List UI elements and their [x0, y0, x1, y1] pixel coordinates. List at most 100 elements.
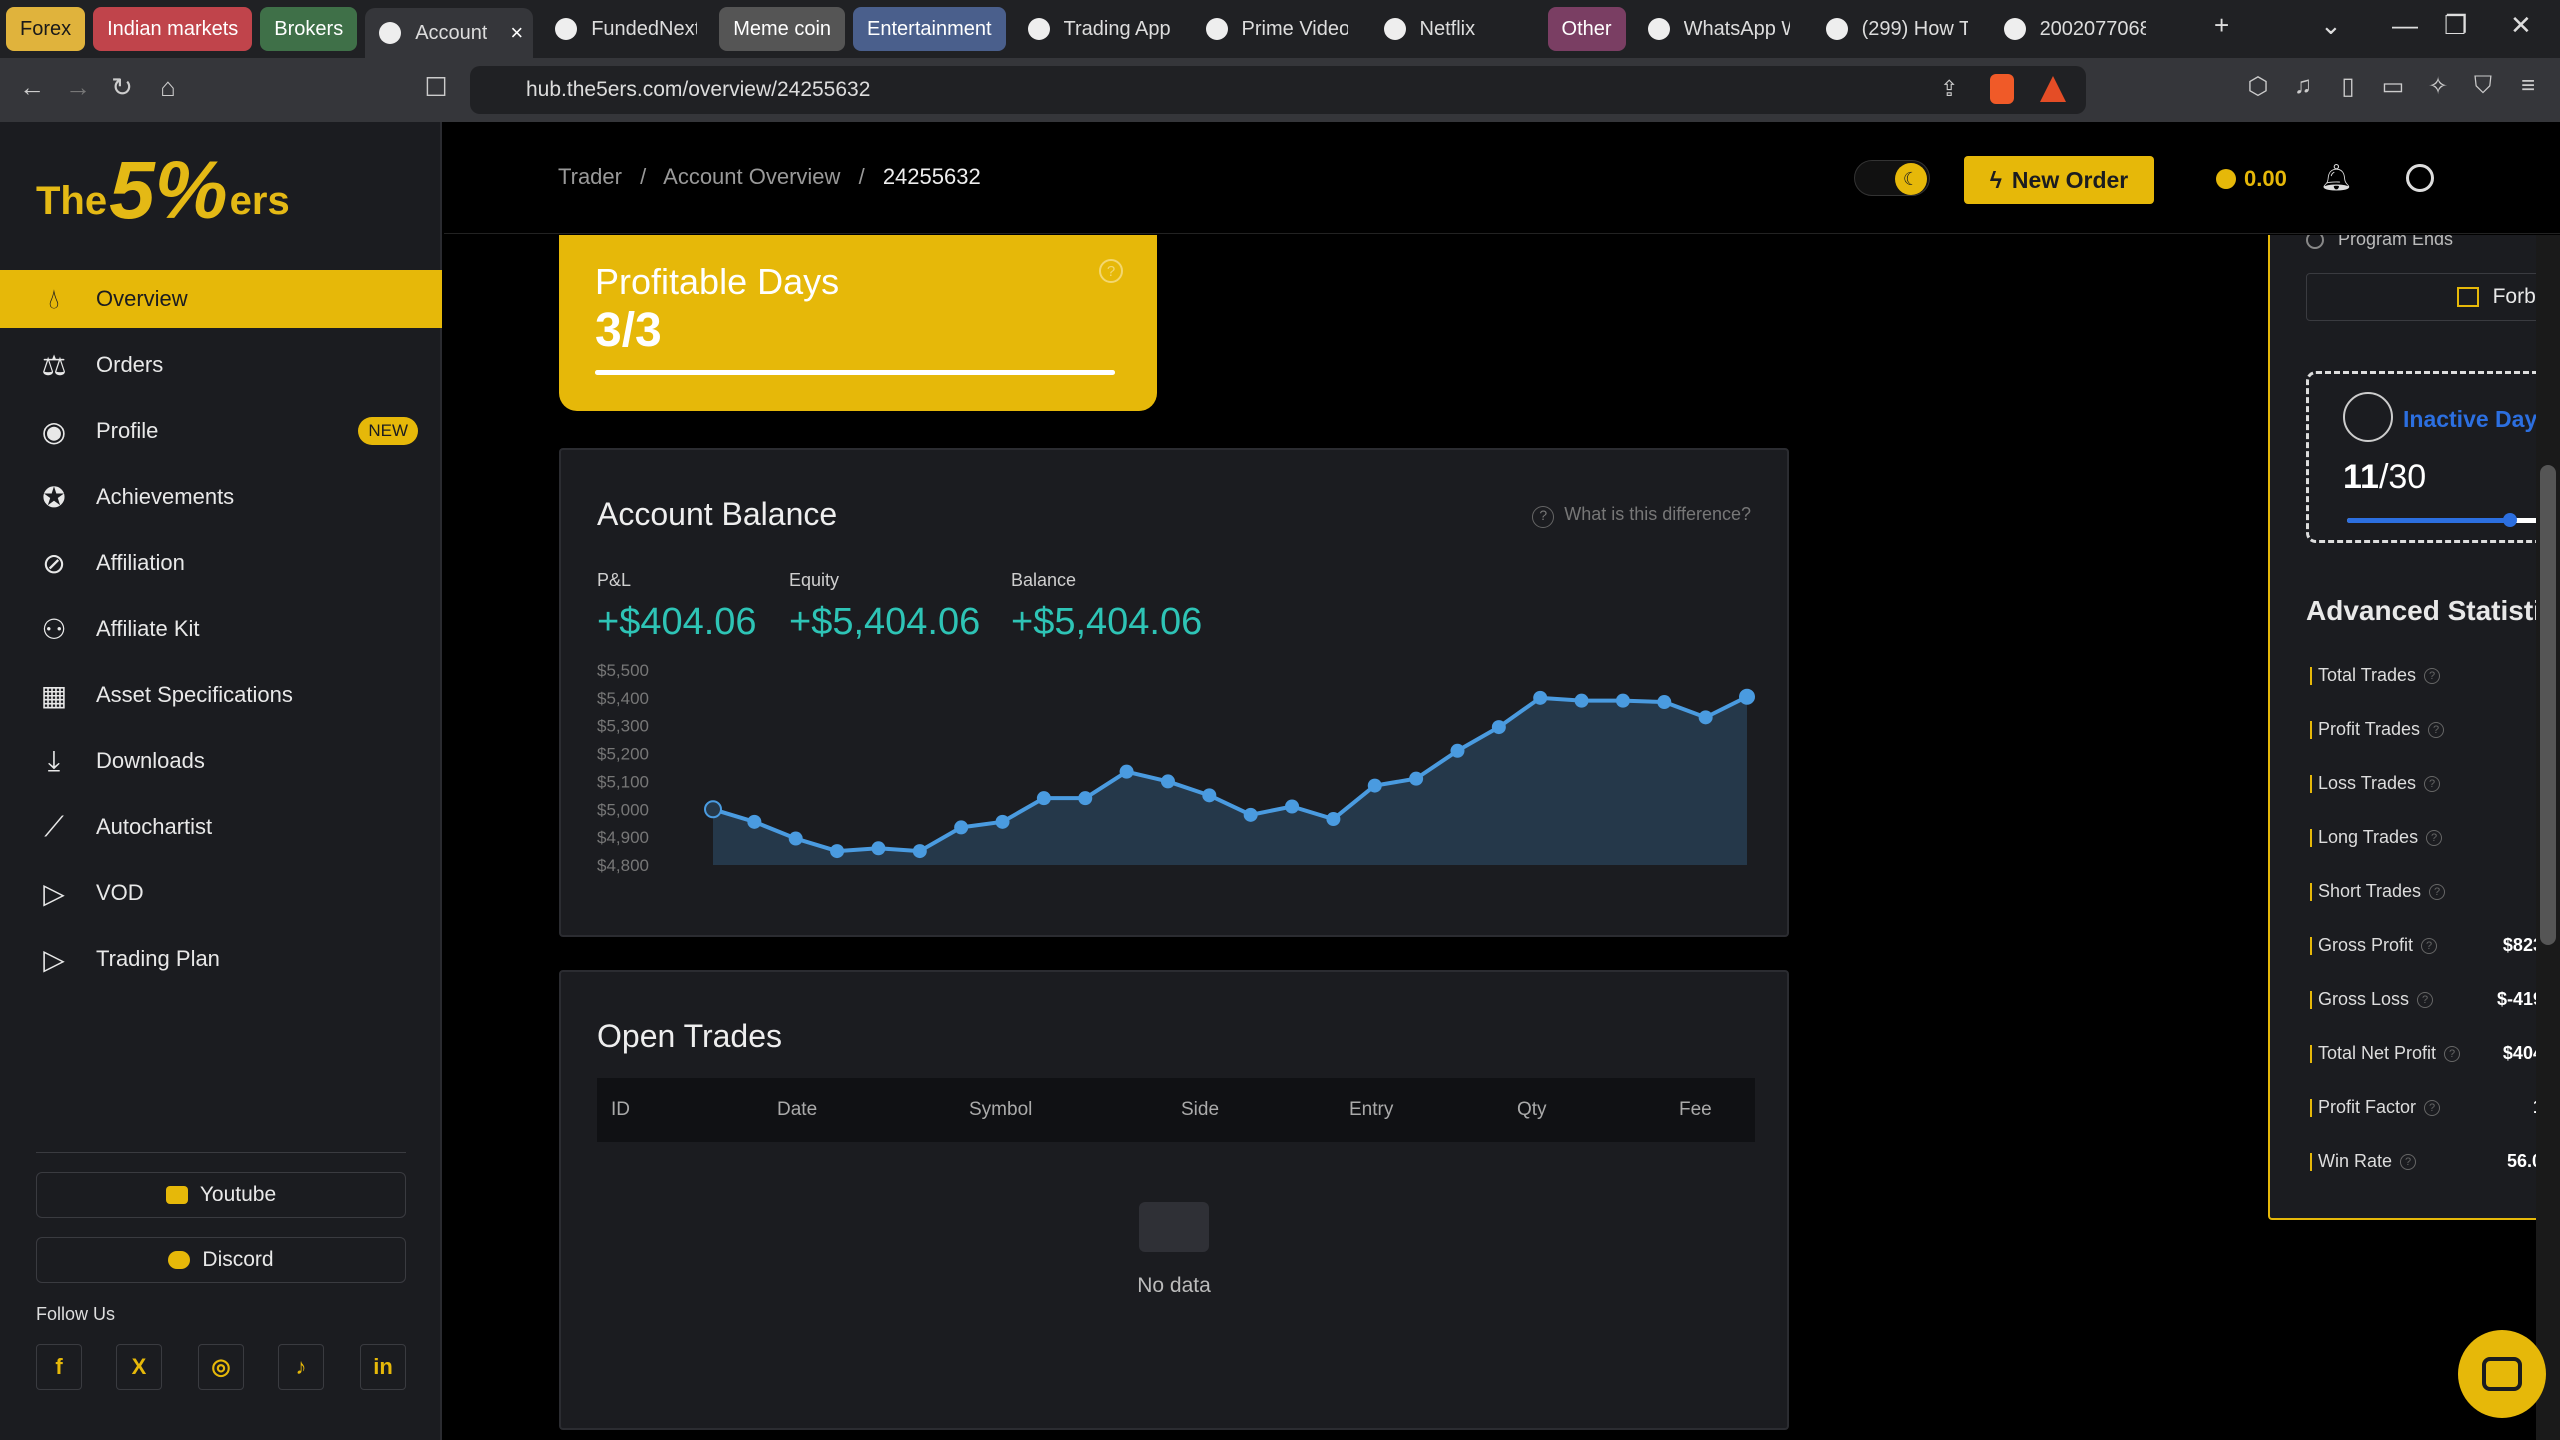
tiktok-icon[interactable]: ♪	[278, 1344, 324, 1390]
chart-point[interactable]	[1367, 778, 1382, 793]
col-date[interactable]: Date	[777, 1099, 817, 1121]
help-icon[interactable]: ?	[1099, 259, 1123, 283]
breadcrumb-account-overview[interactable]: Account Overview	[663, 164, 840, 189]
chat-support-button[interactable]	[2458, 1330, 2546, 1418]
chart-point[interactable]	[1326, 812, 1341, 827]
tab-group[interactable]: Forex	[6, 7, 86, 51]
home-icon[interactable]: ⌂	[150, 72, 186, 103]
chart-point[interactable]	[1078, 791, 1093, 806]
col-id[interactable]: ID	[611, 1099, 630, 1121]
chart-point[interactable]	[1657, 695, 1672, 710]
brand-logo[interactable]: The 5% ers	[36, 142, 290, 232]
reload-icon[interactable]: ↻	[104, 72, 140, 103]
chart-point[interactable]	[954, 820, 969, 835]
chart-point[interactable]	[1202, 788, 1217, 803]
tab-group[interactable]: Meme coin	[719, 7, 846, 51]
sidebar-item-downloads[interactable]: ⤓ Downloads	[0, 732, 442, 790]
sidebar-item-autochartist[interactable]: ⟋ Autochartist	[0, 798, 442, 856]
browser-tab[interactable]: Account ×	[365, 8, 534, 58]
browser-tab[interactable]: WhatsApp W	[1634, 7, 1804, 51]
maximize-icon[interactable]: ❐	[2444, 10, 2467, 41]
sidebar-item-vod[interactable]: ▷ VOD	[0, 864, 442, 922]
forbidden-practices-button[interactable]: Forbidden Practices	[2306, 273, 2560, 321]
back-icon[interactable]: ←	[14, 72, 50, 103]
youtube-button[interactable]: Youtube	[36, 1172, 406, 1218]
scrollbar-thumb[interactable]	[2540, 465, 2556, 945]
col-side[interactable]: Side	[1181, 1099, 1219, 1121]
help-icon[interactable]: ?	[2400, 1153, 2417, 1170]
sidebar-item-asset-specifications[interactable]: ▦ Asset Specifications	[0, 666, 442, 724]
brave-shield-icon[interactable]	[1990, 74, 2014, 104]
chart-point[interactable]	[1450, 743, 1465, 758]
browser-tab[interactable]: Trading Appr	[1014, 7, 1184, 51]
chart-point[interactable]	[830, 844, 845, 859]
chart-point[interactable]	[1533, 690, 1548, 705]
breadcrumb-trader[interactable]: Trader	[558, 164, 622, 189]
chart-point[interactable]	[1739, 688, 1755, 705]
leo-icon[interactable]: ✧	[2420, 72, 2456, 101]
chart-point[interactable]	[788, 831, 803, 846]
sidebar-item-affiliation[interactable]: ⊘ Affiliation	[0, 534, 442, 592]
chart-point[interactable]	[1409, 771, 1424, 786]
browser-tab[interactable]: 2002077068:	[1990, 7, 2160, 51]
chart-point[interactable]	[995, 814, 1010, 829]
menu-icon[interactable]: ≡	[2510, 72, 2546, 100]
chart-point[interactable]	[1574, 693, 1589, 708]
chart-point[interactable]	[1036, 791, 1051, 806]
tab-group[interactable]: Other	[1547, 7, 1626, 51]
col-symbol[interactable]: Symbol	[969, 1099, 1032, 1121]
browser-tab[interactable]: (299) How To	[1812, 7, 1982, 51]
chart-point[interactable]	[704, 800, 722, 819]
facebook-icon[interactable]: f	[36, 1344, 82, 1390]
tab-group[interactable]: Brokers	[260, 7, 358, 51]
col-qty[interactable]: Qty	[1517, 1099, 1547, 1121]
chart-point[interactable]	[871, 841, 886, 856]
tab-group[interactable]: Indian markets	[93, 7, 253, 51]
user-avatar-icon[interactable]	[2406, 164, 2434, 192]
theme-toggle[interactable]: ☾	[1854, 160, 1930, 196]
browser-tab[interactable]: FundedNext	[541, 7, 711, 51]
col-fee[interactable]: Fee	[1679, 1099, 1712, 1121]
close-tab-icon[interactable]: ×	[510, 20, 523, 46]
bell-icon[interactable]: 🔔︎	[2320, 162, 2353, 193]
forward-icon[interactable]: →	[60, 72, 96, 103]
chart-point[interactable]	[1698, 710, 1713, 725]
browser-tab[interactable]: Netflix	[1370, 7, 1540, 51]
balance-chart[interactable]: $5,500 $5,400 $5,300 $5,200 $5,100 $5,000 $4,9…	[597, 660, 1757, 900]
bookmark-icon[interactable]: ☐	[418, 72, 454, 103]
sidebar-icon[interactable]: ▯	[2330, 72, 2366, 101]
x-icon[interactable]: X	[116, 1344, 162, 1390]
chart-point[interactable]	[1491, 720, 1506, 735]
chart-point[interactable]	[1243, 807, 1258, 822]
page-scrollbar[interactable]	[2536, 235, 2560, 1440]
col-entry[interactable]: Entry	[1349, 1099, 1393, 1121]
sidebar-item-overview[interactable]: 💧︎ Overview	[0, 270, 442, 328]
tab-search-icon[interactable]: ⌄	[2320, 10, 2342, 41]
brave-rewards-icon[interactable]	[2040, 76, 2066, 102]
minimize-icon[interactable]: —	[2392, 10, 2418, 41]
sidebar-item-orders[interactable]: ⚖︎ Orders	[0, 336, 442, 394]
browser-tab[interactable]: Prime Video:	[1192, 7, 1362, 51]
media-icon[interactable]: ♫	[2285, 72, 2321, 100]
tab-group[interactable]: Entertainment	[853, 7, 1006, 51]
sidebar-item-achievements[interactable]: ✪ Achievements	[0, 468, 442, 526]
chart-point[interactable]	[1160, 774, 1175, 789]
difference-help-link[interactable]: ? What is this difference?	[1532, 504, 1751, 528]
vpn-icon[interactable]: ⛉	[2465, 72, 2501, 100]
chart-point[interactable]	[912, 844, 927, 859]
linkedin-icon[interactable]: in	[360, 1344, 406, 1390]
new-tab-icon[interactable]: +	[2214, 10, 2229, 41]
new-order-button[interactable]: ϟ New Order	[1964, 156, 2154, 204]
discord-button[interactable]: Discord	[36, 1237, 406, 1283]
chart-point[interactable]	[1285, 799, 1300, 814]
chart-point[interactable]	[1615, 693, 1630, 708]
sidebar-item-trading-plan[interactable]: ▷ Trading Plan	[0, 930, 442, 988]
extensions-icon[interactable]: ⬡	[2240, 72, 2276, 101]
chart-point[interactable]	[1119, 764, 1134, 779]
url-field[interactable]: hub.the5ers.com/overview/24255632 ⇪	[470, 66, 2086, 114]
sidebar-item-profile[interactable]: ◉ Profile NEW	[0, 402, 442, 460]
coins-balance[interactable]: 0.00	[2216, 166, 2287, 192]
chart-point[interactable]	[747, 814, 762, 829]
wallet-icon[interactable]: ▭	[2375, 72, 2411, 101]
sidebar-item-affiliate-kit[interactable]: ⚇ Affiliate Kit	[0, 600, 442, 658]
